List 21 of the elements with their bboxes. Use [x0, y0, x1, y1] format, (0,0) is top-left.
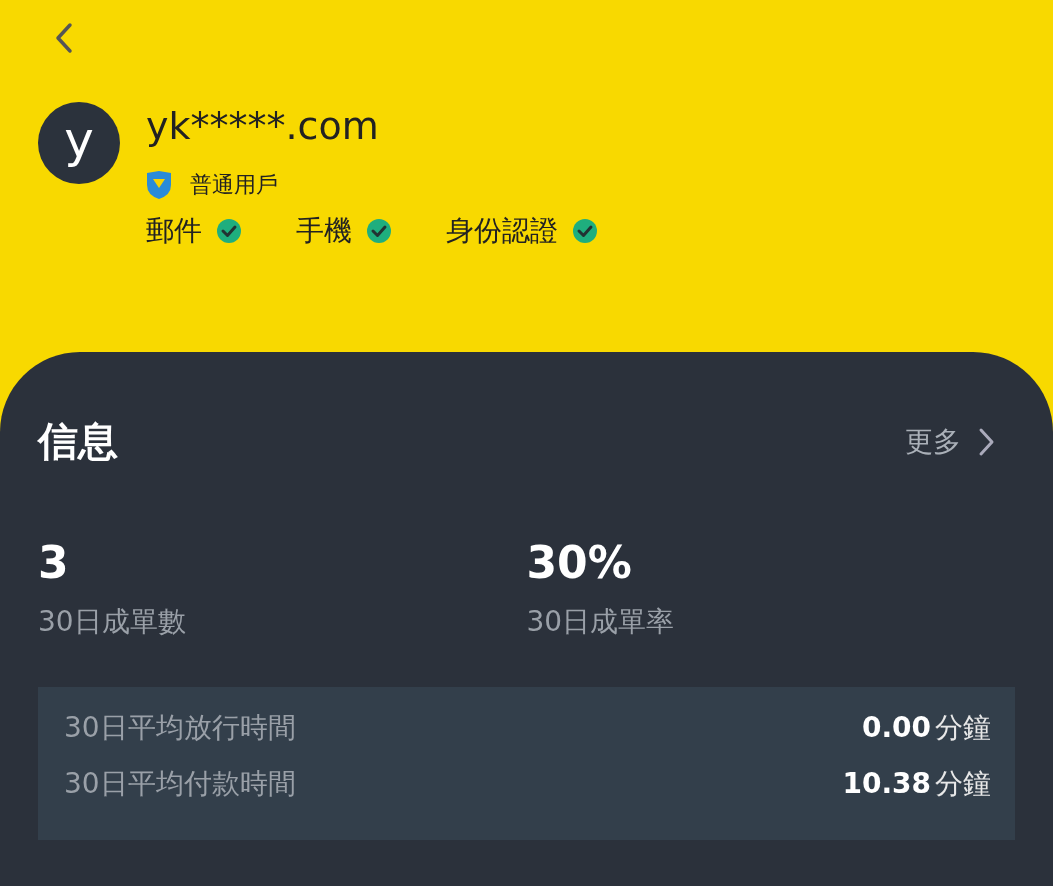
detail-unit: 分鐘 — [935, 766, 991, 803]
verification-label: 身份認證 — [446, 212, 558, 249]
stat-label: 30日成單率 — [526, 604, 676, 641]
verification-label: 郵件 — [146, 212, 202, 249]
stat-value: 30% — [526, 539, 633, 588]
detail-value: 0.00 — [861, 711, 931, 745]
shield-icon — [146, 169, 172, 200]
stat-label: 30日成單數 — [38, 604, 187, 641]
user-name: yk*****.com — [146, 106, 379, 148]
chevron-icon — [977, 426, 995, 457]
verification-label: 手機 — [296, 212, 352, 249]
back-icon[interactable] — [54, 22, 74, 54]
detail-label: 30日平均付款時間 — [64, 766, 296, 803]
detail-label: 30日平均放行時間 — [64, 710, 296, 747]
user-level: 普通用戶 — [190, 170, 278, 199]
avatar: y — [38, 102, 120, 184]
detail-value: 10.38 — [842, 767, 931, 801]
section-title: 信息 — [38, 417, 118, 466]
stat-value: 3 — [38, 539, 70, 588]
more-link[interactable]: 更多 — [905, 422, 995, 461]
detail-unit: 分鐘 — [935, 710, 991, 747]
